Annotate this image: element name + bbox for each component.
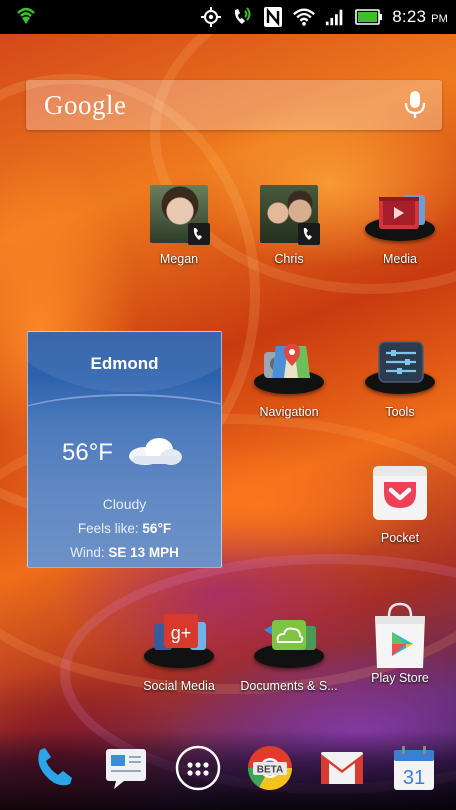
- messaging-icon[interactable]: [100, 742, 152, 794]
- chrome-beta-icon[interactable]: BETA: [244, 742, 296, 794]
- app-label-documents: Documents & S...: [240, 679, 338, 693]
- status-bar[interactable]: 8:23 PM: [0, 0, 456, 34]
- play-store-icon: [369, 602, 431, 672]
- calendar-icon[interactable]: 31: [388, 742, 440, 794]
- app-label-social-media: Social Media: [143, 679, 215, 693]
- social-media-folder-icon: g+: [144, 610, 214, 672]
- status-clock: 8:23 PM: [392, 7, 448, 27]
- folder-documents[interactable]: Documents & S...: [239, 610, 339, 693]
- location-crosshair-icon: [200, 6, 222, 28]
- folder-tools[interactable]: Tools: [350, 336, 450, 419]
- weather-city: Edmond: [90, 354, 159, 373]
- media-folder-icon: [365, 183, 435, 245]
- documents-folder-icon: [254, 610, 324, 672]
- app-play-store[interactable]: Play Store: [350, 602, 450, 685]
- app-label-chris: Chris: [274, 252, 304, 266]
- contact-chris[interactable]: Chris: [239, 183, 339, 266]
- app-label-play-store: Play Store: [371, 671, 429, 685]
- clock-time: 8:23: [392, 7, 427, 26]
- phone-speaker-icon: [231, 6, 253, 28]
- weather-temperature: 56°F: [62, 439, 113, 466]
- app-label-navigation: Navigation: [259, 405, 319, 419]
- clock-ampm: PM: [431, 13, 448, 25]
- wind-value: SE 13 MPH: [108, 545, 179, 560]
- navigation-folder-icon: [254, 336, 324, 398]
- phone-icon[interactable]: [28, 742, 80, 794]
- phone-badge-icon: [298, 223, 320, 245]
- phone-badge-icon: [188, 223, 210, 245]
- wind-label: Wind:: [70, 545, 109, 560]
- app-label-megan: Megan: [159, 252, 199, 266]
- folder-social-media[interactable]: g+ Social Media: [129, 610, 229, 693]
- contact-megan[interactable]: Megan: [129, 183, 229, 266]
- app-label-pocket: Pocket: [380, 531, 420, 545]
- svg-text:g+: g+: [171, 623, 192, 643]
- google-search-bar[interactable]: Google: [26, 80, 442, 130]
- dock: BETA 31: [0, 730, 456, 810]
- pocket-icon: [369, 462, 431, 524]
- microphone-icon[interactable]: [404, 90, 426, 120]
- home-screen: 8:23 PM Google Megan Chris Media Edmond …: [0, 0, 456, 810]
- folder-navigation[interactable]: Navigation: [239, 336, 339, 419]
- calendar-day: 31: [403, 767, 425, 789]
- tools-folder-icon: [365, 336, 435, 398]
- gmail-icon[interactable]: [316, 742, 368, 794]
- battery-icon: [355, 6, 383, 28]
- app-label-tools: Tools: [385, 405, 415, 419]
- cloud-icon: [129, 438, 182, 465]
- folder-media[interactable]: Media: [350, 183, 450, 266]
- wifi-icon: [293, 6, 316, 28]
- cell-signal-icon: [324, 6, 346, 28]
- feels-like-label: Feels like:: [77, 521, 143, 536]
- nfc-icon: [262, 6, 284, 28]
- app-pocket[interactable]: Pocket: [350, 462, 450, 545]
- chrome-beta-badge: BETA: [257, 765, 283, 776]
- feels-like-value: 56°F: [142, 521, 172, 536]
- weather-condition: Cloudy: [102, 496, 147, 512]
- weather-feels-like: Feels like: 56°F: [28, 521, 221, 536]
- notification-shield-icon: [16, 6, 36, 31]
- contact-megan-icon: [148, 183, 210, 245]
- app-drawer-icon[interactable]: [172, 742, 224, 794]
- weather-widget[interactable]: Edmond 56°F Cloudy Feels like: 56°F Wind…: [27, 331, 222, 568]
- contact-chris-icon: [258, 183, 320, 245]
- weather-wind: Wind: SE 13 MPH: [28, 545, 221, 560]
- google-logo[interactable]: Google: [44, 90, 126, 121]
- app-label-media: Media: [382, 252, 418, 266]
